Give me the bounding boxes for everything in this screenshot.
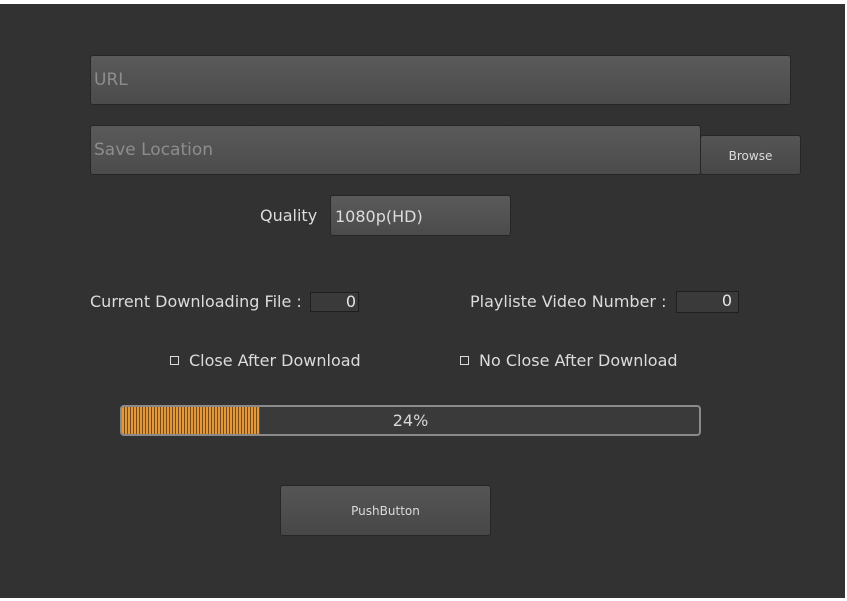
url-placeholder: URL <box>94 70 128 90</box>
save-location-input[interactable]: Save Location <box>90 125 701 175</box>
push-button-label: PushButton <box>351 504 420 518</box>
quality-select[interactable]: 1080p(HD) <box>330 195 511 236</box>
push-button[interactable]: PushButton <box>280 485 491 536</box>
browse-button[interactable]: Browse <box>700 135 801 175</box>
current-file-spinbox[interactable]: 0 <box>310 292 359 312</box>
url-input[interactable]: URL <box>90 55 791 105</box>
main-window: URL Save Location Browse Quality 1080p(H… <box>0 4 845 598</box>
current-file-label: Current Downloading File : <box>90 292 302 311</box>
playlist-video-value: 0 <box>721 291 732 310</box>
browse-button-label: Browse <box>728 149 773 163</box>
save-location-placeholder: Save Location <box>94 140 214 160</box>
quality-label: Quality <box>260 206 318 225</box>
no-close-after-download-label: No Close After Download <box>479 351 678 370</box>
progress-text: 24% <box>392 411 429 430</box>
playlist-video-label: Playliste Video Number : <box>470 292 667 311</box>
no-close-after-download-box[interactable] <box>460 356 469 365</box>
close-after-download-box[interactable] <box>170 356 179 365</box>
close-after-download-checkbox[interactable]: Close After Download <box>170 351 361 370</box>
close-after-download-label: Close After Download <box>189 351 361 370</box>
playlist-video-spinbox[interactable]: 0 <box>676 291 739 313</box>
current-file-value: 0 <box>345 292 356 311</box>
download-progress-bar: 24% <box>120 405 701 436</box>
no-close-after-download-checkbox[interactable]: No Close After Download <box>460 351 678 370</box>
quality-selected-value: 1080p(HD) <box>335 207 423 226</box>
